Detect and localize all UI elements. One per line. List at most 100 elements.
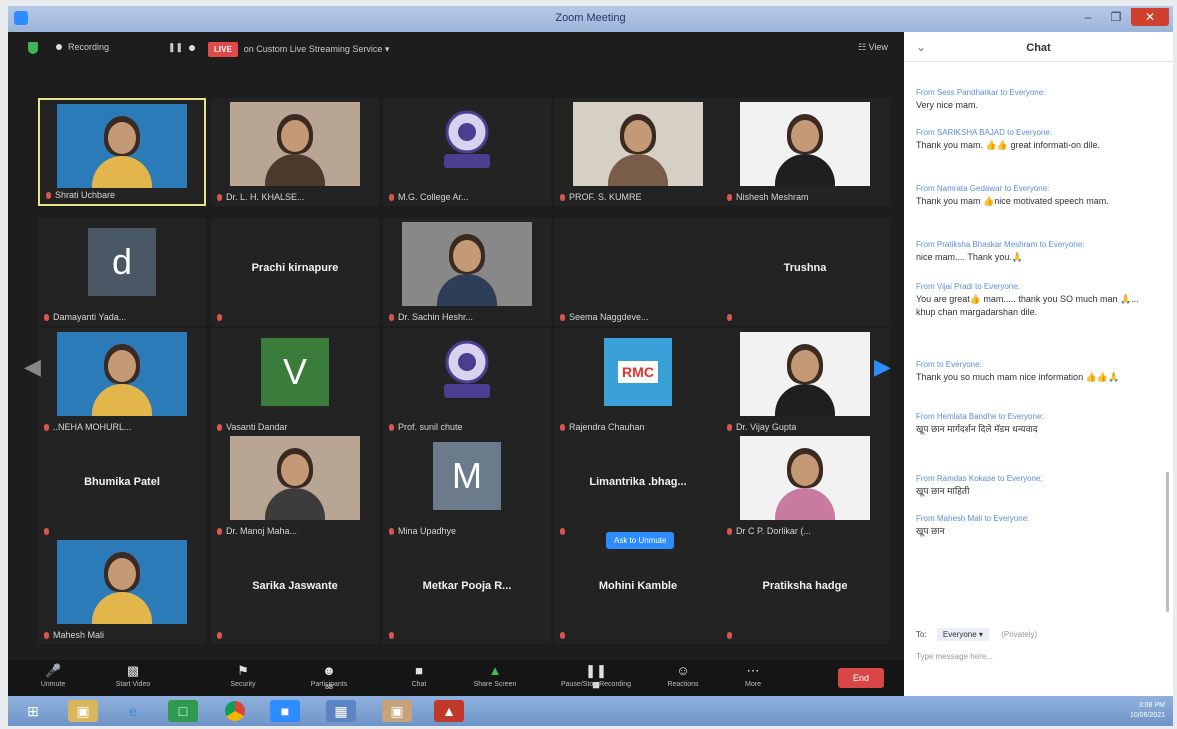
participant-name: Mahesh Mali (44, 630, 104, 640)
chrome-icon[interactable] (220, 700, 250, 722)
muted-mic-icon (44, 632, 49, 640)
participant-tile[interactable]: Dr. Sachin Heshr... (383, 218, 551, 326)
participant-name: Dr. Manoj Maha... (217, 526, 297, 536)
chat-scrollbar[interactable] (1166, 472, 1169, 612)
pdf-icon[interactable]: ▲ (434, 700, 464, 722)
participant-tile[interactable]: Limantrika .bhag... (554, 432, 722, 540)
muted-mic-icon (560, 528, 565, 536)
next-page-icon[interactable]: ▶ (874, 354, 891, 380)
participant-tile[interactable]: V Vasanti Dandar (211, 328, 379, 436)
participant-tile[interactable]: Sarika Jaswante (211, 536, 379, 644)
pause-stop-recording-button[interactable]: ❚❚ ■ Pause/Stop Recording (548, 660, 644, 696)
participant-name: M.G. College Ar... (389, 192, 469, 202)
participant-name-label: Damayanti Yada... (53, 312, 127, 322)
participant-tile[interactable]: M Mina Upadhye (383, 432, 551, 540)
minimize-icon[interactable]: – (1075, 8, 1101, 26)
start-video-button[interactable]: ▩ Start Video (98, 660, 168, 696)
participant-tile[interactable]: Metkar Pooja R... (383, 536, 551, 644)
participant-video (573, 102, 703, 186)
recording-controls[interactable]: ❚❚ (168, 42, 196, 53)
participant-video (402, 222, 532, 306)
document-icon[interactable]: ▦ (326, 700, 356, 722)
participant-tile[interactable]: Shrati Uchbare (38, 98, 206, 206)
participant-name: Shrati Uchbare (46, 190, 115, 200)
view-button[interactable]: ☷ View (858, 42, 888, 53)
participant-name (217, 312, 226, 322)
zoom-taskbar-icon[interactable]: ■ (270, 700, 300, 722)
participant-tile[interactable]: Prachi kirnapure (211, 218, 379, 326)
share-screen-button[interactable]: ▲ Share Screen (460, 660, 530, 696)
participant-name-label: PROF. S. KUMRE (569, 192, 642, 202)
chat-sender: From SARIKSHA BAJAD to Everyone: (916, 128, 1053, 137)
participant-video (57, 104, 187, 188)
participant-name-display: Mohini Kamble (598, 580, 678, 592)
file-explorer-icon[interactable]: ▣ (68, 700, 98, 722)
participant-tile[interactable]: Dr C P. Dorlikar (... (721, 432, 889, 540)
participant-tile[interactable]: Seema Naggdeve... (554, 218, 722, 326)
meeting-topbar: Recording ❚❚ LIVE on Custom Live Streami… (8, 32, 904, 66)
muted-mic-icon (389, 528, 394, 536)
live-indicator[interactable]: LIVE on Custom Live Streaming Service ▾ (208, 42, 389, 57)
participant-tile[interactable]: Prof. sunil chute (383, 328, 551, 436)
recording-indicator[interactable]: Recording (56, 42, 109, 52)
security-icon: ⚑ (237, 663, 249, 678)
unmute-button[interactable]: 🎤 Unmute (18, 660, 88, 696)
recording-icon (56, 44, 62, 50)
end-meeting-button[interactable]: End (838, 668, 884, 688)
prev-page-icon[interactable]: ◀ (24, 354, 41, 380)
participant-name-label: Rajendra Chauhan (569, 422, 645, 432)
participant-tile[interactable]: ..NEHA MOHURL... (38, 328, 206, 436)
muted-mic-icon (560, 314, 565, 322)
more-button[interactable]: ⋯ More (718, 660, 788, 696)
reactions-label: Reactions (667, 681, 699, 688)
muted-mic-icon (217, 194, 222, 202)
participant-tile[interactable]: PROF. S. KUMRE (554, 98, 722, 206)
participant-tile[interactable]: Dr. Manoj Maha... (211, 432, 379, 540)
participant-tile[interactable]: Nishesh Meshram (721, 98, 889, 206)
participant-tile[interactable]: Bhumika Patel (38, 432, 206, 540)
participant-name-display: Pratiksha hadge (762, 580, 848, 592)
participant-tile[interactable]: Mohini Kamble (554, 536, 722, 644)
chat-text: खूप छान (916, 526, 945, 536)
participants-button[interactable]: ☻88 Participants (294, 660, 364, 696)
live-badge: LIVE (208, 42, 238, 57)
ask-to-unmute-button[interactable]: Ask to Unmute (606, 532, 675, 549)
recording-label: Recording (68, 42, 110, 52)
participant-tile[interactable]: M.G. College Ar... (383, 98, 551, 206)
start-icon[interactable]: ⊞ (18, 700, 48, 722)
participant-name-label: Dr. Vijay Gupta (736, 422, 797, 432)
participant-tile[interactable]: Trushna (721, 218, 889, 326)
participant-name: Dr. Sachin Heshr... (389, 312, 473, 322)
maximize-icon[interactable]: ❒ (1103, 8, 1129, 26)
participant-video (230, 102, 360, 186)
participant-tile[interactable]: Pratiksha hadge (721, 536, 889, 644)
pause-icon[interactable]: ❚❚ (168, 42, 183, 53)
participant-name (217, 630, 226, 640)
chat-button[interactable]: ■ Chat (384, 660, 454, 696)
participant-tile[interactable]: Dr. L. H. KHALSE... (211, 98, 379, 206)
chat-sender: From Mahesh Mali to Everyone: (916, 514, 1030, 523)
participants-label: Participants (310, 681, 348, 688)
participant-name-label: M.G. College Ar... (398, 192, 469, 202)
app-icon[interactable]: □ (168, 700, 198, 722)
security-status[interactable] (28, 42, 38, 54)
media-icon[interactable]: ▣ (382, 700, 412, 722)
participant-tile[interactable]: Mahesh Mali (38, 536, 206, 644)
participant-name: Vasanti Dandar (217, 422, 287, 432)
chat-sender: From Vijai Pradi to Everyone: (916, 282, 1020, 291)
reactions-button[interactable]: ☺ Reactions (648, 660, 718, 696)
privately-label: (Privately) (1001, 630, 1038, 639)
participant-tile[interactable]: d Damayanti Yada... (38, 218, 206, 326)
recipient-select[interactable]: Everyone ▾ (936, 628, 989, 641)
muted-mic-icon (44, 528, 49, 536)
stop-icon[interactable] (189, 44, 196, 51)
chat-sender: From Hemlata Bandhe to Everyone: (916, 412, 1044, 421)
internet-explorer-icon[interactable]: e (118, 700, 148, 722)
participant-tile[interactable]: RMC Rajendra Chauhan (554, 328, 722, 436)
close-icon[interactable]: ✕ (1131, 8, 1169, 26)
chat-message-input[interactable]: Type message here... (916, 652, 993, 661)
security-button[interactable]: ⚑ Security (208, 660, 278, 696)
chat-sender: From Pratiksha Bhaskar Meshram to Everyo… (916, 240, 1085, 249)
avatar: V (261, 338, 329, 406)
participant-tile[interactable]: Dr. Vijay Gupta (721, 328, 889, 436)
